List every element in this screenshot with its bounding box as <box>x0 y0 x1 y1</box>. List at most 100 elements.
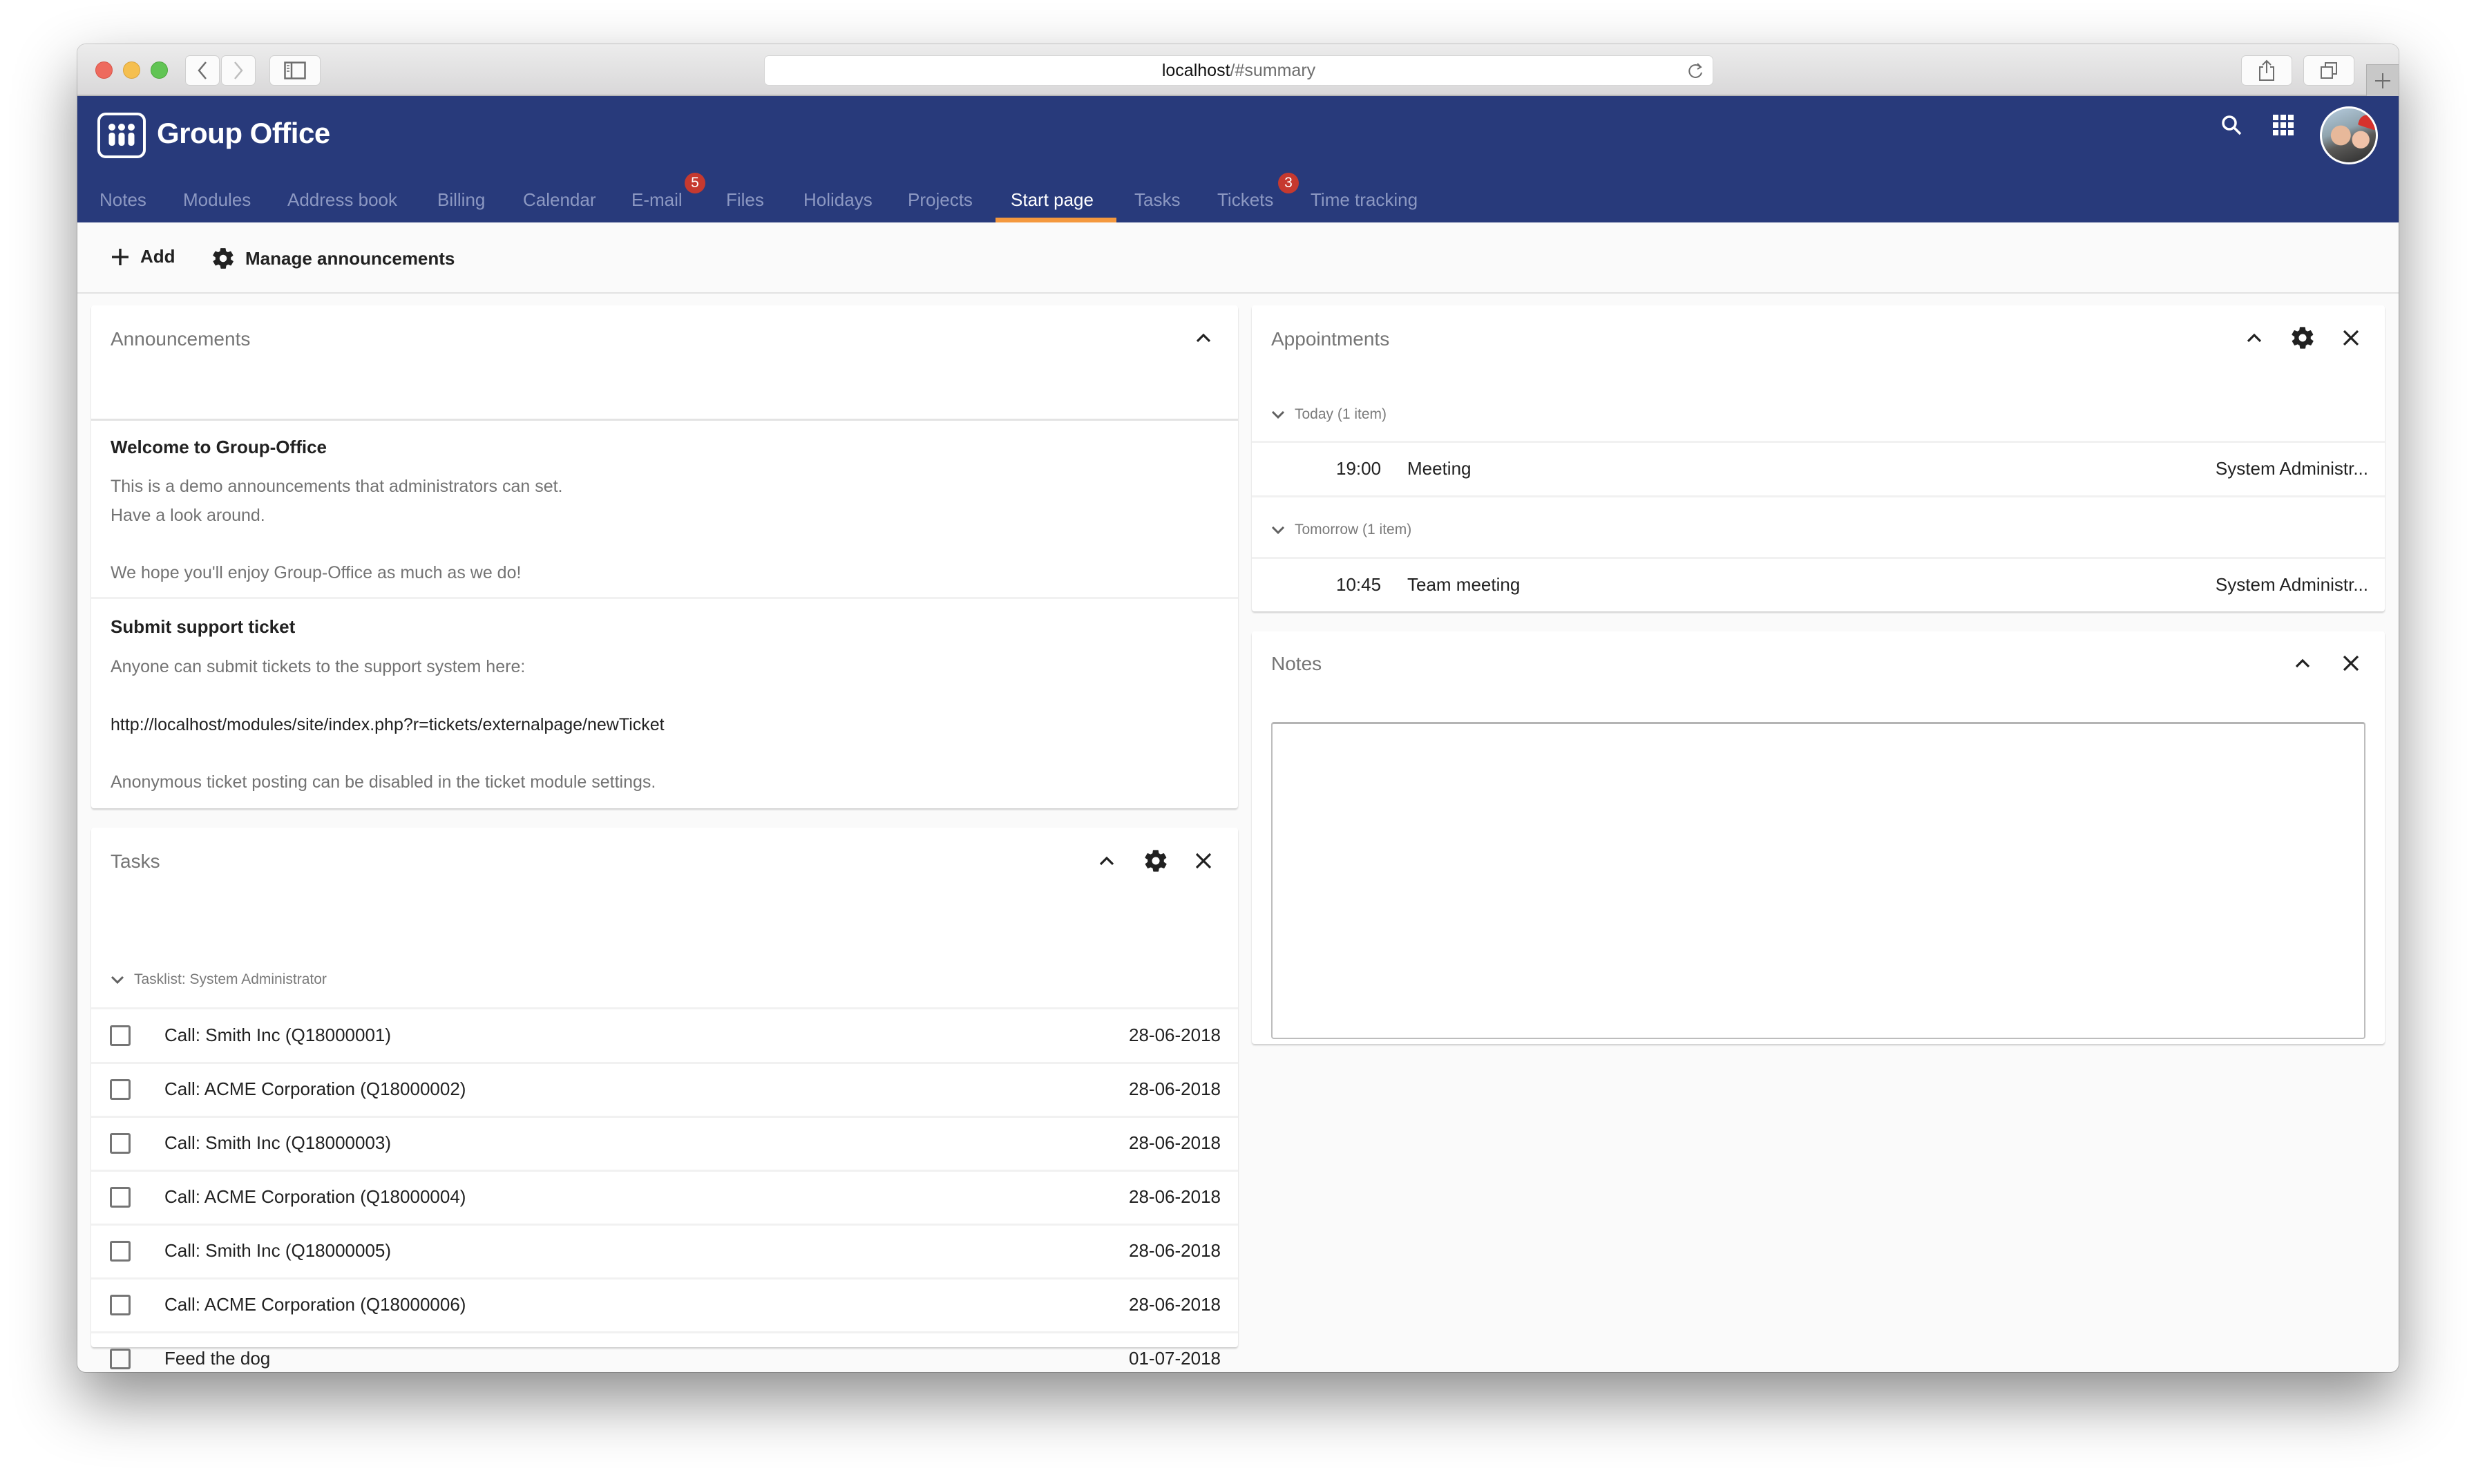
notes-textarea[interactable] <box>1271 722 2365 1039</box>
browser-titlebar: localhost/#summary <box>77 44 2399 96</box>
reload-icon[interactable] <box>1686 61 1704 81</box>
tab-calendar[interactable]: Calendar <box>523 189 596 211</box>
collapse-button[interactable] <box>1092 846 1122 876</box>
collapse-button[interactable] <box>2239 323 2269 353</box>
task-row[interactable]: Call: Smith Inc (Q18000005) 28-06-2018 <box>91 1225 1238 1277</box>
zoom-window-button[interactable] <box>151 61 168 79</box>
chevron-up-icon <box>2295 658 2310 668</box>
announcements-panel: Announcements Welcome to Group-Office Th… <box>91 305 1238 808</box>
group-label: Tasklist: System Administrator <box>134 971 327 987</box>
group-label: Tomorrow (1 item) <box>1295 522 1412 538</box>
announcement-text: We hope you'll enjoy Group-Office as muc… <box>111 563 522 582</box>
task-row[interactable]: Call: ACME Corporation (Q18000002) 28-06-… <box>91 1063 1238 1116</box>
task-due-date: 28-06-2018 <box>1129 1240 1221 1261</box>
manage-announcements-button[interactable]: Manage announcements <box>211 246 455 271</box>
tab-holidays[interactable]: Holidays <box>803 189 873 211</box>
task-checkbox[interactable] <box>110 1079 131 1100</box>
chevron-up-icon <box>1099 856 1114 866</box>
add-label: Add <box>140 246 175 267</box>
app-name[interactable]: Group Office <box>157 117 330 150</box>
appointments-group-today[interactable]: Today (1 item) <box>1271 406 1387 423</box>
apps-grid-icon[interactable] <box>2269 111 2297 139</box>
appointment-row[interactable]: 10:45 Team meeting System Administr... <box>1252 559 2385 611</box>
appointment-owner: System Administr... <box>2215 574 2368 595</box>
announcement-text: This is a demo announcements that admini… <box>111 477 563 496</box>
support-ticket-link[interactable]: http://localhost/modules/site/index.php?… <box>111 715 665 735</box>
tab-tasks[interactable]: Tasks <box>1134 189 1180 211</box>
task-checkbox[interactable] <box>110 1241 131 1262</box>
task-row[interactable]: Feed the dog 01-07-2018 <box>91 1333 1238 1372</box>
tab-email[interactable]: E-mail <box>631 189 683 211</box>
panel-title: Announcements <box>111 328 251 350</box>
sidebar-button[interactable] <box>269 55 321 86</box>
close-button[interactable] <box>1188 846 1219 876</box>
appointment-title: Team meeting <box>1407 574 1521 595</box>
tab-start-page[interactable]: Start page <box>1011 189 1094 211</box>
chevron-up-icon <box>2247 333 2262 343</box>
group-office-logo-icon[interactable] <box>97 113 146 158</box>
collapse-button[interactable] <box>1188 323 1219 353</box>
gear-icon <box>1145 850 1167 872</box>
url-bar[interactable]: localhost/#summary <box>764 55 1713 86</box>
back-button[interactable] <box>185 55 220 86</box>
task-checkbox[interactable] <box>110 1133 131 1154</box>
announcement-text: Anyone can submit tickets to the support… <box>111 657 526 676</box>
settings-button[interactable] <box>1141 846 1171 876</box>
new-tab-icon <box>2375 73 2390 88</box>
tasklist-group-header[interactable]: Tasklist: System Administrator <box>111 971 327 988</box>
tasks-panel: Tasks Tasklist: System Administrator Cal… <box>91 828 1238 1369</box>
task-row[interactable]: Call: Smith Inc (Q18000001) 28-06-2018 <box>91 1009 1238 1062</box>
tab-modules[interactable]: Modules <box>183 189 251 211</box>
tab-files[interactable]: Files <box>726 189 764 211</box>
tab-address-book[interactable]: Address book <box>287 189 397 211</box>
add-button[interactable]: Add <box>110 246 175 267</box>
task-checkbox[interactable] <box>110 1025 131 1046</box>
close-icon <box>1195 853 1212 869</box>
group-label: Today (1 item) <box>1295 406 1387 422</box>
task-checkbox[interactable] <box>110 1295 131 1315</box>
task-due-date: 28-06-2018 <box>1129 1078 1221 1099</box>
tab-time-tracking[interactable]: Time tracking <box>1311 189 1418 211</box>
panel-title: Tasks <box>111 850 160 872</box>
appointments-group-tomorrow[interactable]: Tomorrow (1 item) <box>1271 522 1411 538</box>
appointments-panel: Appointments Today (1 item) 19:00 Meetin… <box>1252 305 2385 611</box>
task-title: Call: Smith Inc (Q18000003) <box>164 1132 392 1153</box>
task-due-date: 28-06-2018 <box>1129 1025 1221 1045</box>
gear-icon <box>213 248 234 269</box>
share-button[interactable] <box>2241 55 2292 86</box>
appointment-row[interactable]: 19:00 Meeting System Administr... <box>1252 443 2385 495</box>
avatar[interactable] <box>2320 106 2378 164</box>
new-tab-button[interactable] <box>2366 64 2399 96</box>
chevron-down-icon <box>111 976 124 984</box>
chevron-up-icon <box>1196 333 1211 343</box>
search-icon[interactable] <box>2218 111 2245 139</box>
forward-icon <box>234 61 243 79</box>
task-checkbox[interactable] <box>110 1187 131 1208</box>
tab-projects[interactable]: Projects <box>908 189 973 211</box>
close-window-button[interactable] <box>95 61 113 79</box>
task-row[interactable]: Call: ACME Corporation (Q18000006) 28-06-… <box>91 1279 1238 1331</box>
manage-announcements-label: Manage announcements <box>245 247 455 269</box>
close-button[interactable] <box>2336 323 2366 353</box>
tab-tickets[interactable]: Tickets <box>1217 189 1273 211</box>
minimize-window-button[interactable] <box>123 61 140 79</box>
task-row[interactable]: Call: ACME Corporation (Q18000004) 28-06-… <box>91 1171 1238 1224</box>
task-due-date: 28-06-2018 <box>1129 1132 1221 1153</box>
task-checkbox[interactable] <box>110 1349 131 1369</box>
panel-title: Appointments <box>1271 328 1390 350</box>
task-due-date: 01-07-2018 <box>1129 1348 1221 1369</box>
tab-billing[interactable]: Billing <box>437 189 485 211</box>
tabs-overview-button[interactable] <box>2303 55 2354 86</box>
task-title: Call: Smith Inc (Q18000005) <box>164 1240 392 1261</box>
settings-button[interactable] <box>2287 323 2318 353</box>
back-icon <box>198 61 207 79</box>
collapse-button[interactable] <box>2287 648 2318 678</box>
share-icon <box>2259 59 2274 81</box>
task-title: Call: ACME Corporation (Q18000004) <box>164 1186 466 1207</box>
plus-icon <box>112 248 128 265</box>
tab-notes[interactable]: Notes <box>99 189 146 211</box>
close-button[interactable] <box>2336 648 2366 678</box>
forward-button[interactable] <box>221 55 256 86</box>
task-row[interactable]: Call: Smith Inc (Q18000003) 28-06-2018 <box>91 1117 1238 1170</box>
task-title: Feed the dog <box>164 1348 271 1369</box>
